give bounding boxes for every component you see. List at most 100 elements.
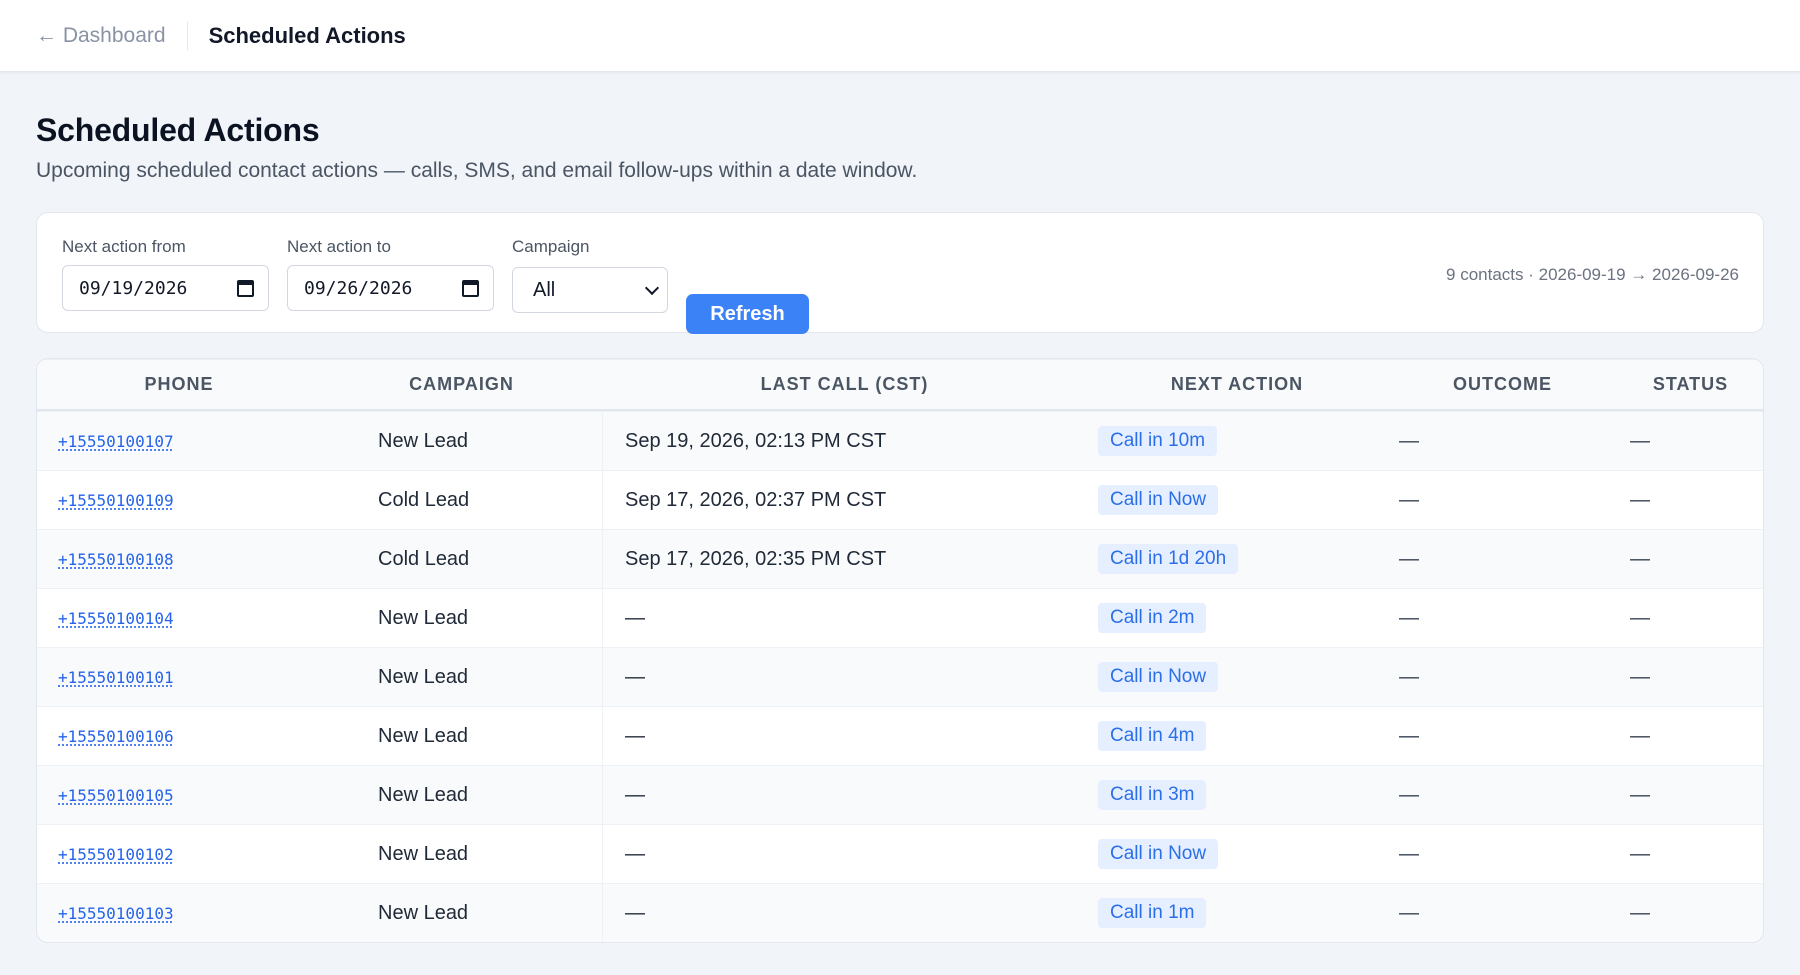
phone-link[interactable]: +15550100108 — [58, 550, 174, 569]
calendar-icon[interactable] — [237, 279, 254, 297]
phone-link[interactable]: +15550100102 — [58, 845, 174, 864]
campaign-cell: New Lead — [378, 724, 469, 747]
back-to-dashboard-link[interactable]: ← Dashboard — [36, 24, 166, 48]
outcome-cell: — — [1399, 429, 1419, 452]
column-header-next-action[interactable]: NEXT ACTION — [1087, 360, 1387, 409]
calendar-icon[interactable] — [462, 279, 479, 297]
next-action-badge: Call in Now — [1098, 839, 1219, 869]
page-title: Scheduled Actions — [36, 112, 320, 148]
next-action-badge: Call in Now — [1098, 485, 1219, 515]
last-call-cell: — — [602, 825, 1087, 883]
phone-link[interactable]: +15550100106 — [58, 727, 174, 746]
column-header-outcome[interactable]: OUTCOME — [1387, 360, 1618, 409]
column-header-phone[interactable]: PHONE — [37, 360, 321, 409]
from-date-field: Next action from 09/19/2026 — [62, 237, 269, 311]
to-date-input[interactable]: 09/26/2026 — [287, 265, 494, 311]
campaign-cell: New Lead — [378, 429, 469, 452]
table-row: +15550100108 Cold Lead Sep 17, 2026, 02:… — [37, 529, 1763, 588]
table-row: +15550100102 New Lead — Call in Now — — — [37, 824, 1763, 883]
next-action-cell: Call in 1d 20h — [1087, 530, 1387, 588]
status-cell: — — [1630, 783, 1650, 806]
next-action-cell: Call in Now — [1087, 825, 1387, 883]
status-cell: — — [1630, 429, 1650, 452]
phone-cell: +15550100109 — [37, 471, 321, 529]
last-call-cell: — — [602, 648, 1087, 706]
next-action-cell: Call in 10m — [1087, 412, 1387, 470]
to-date-value: 09/26/2026 — [304, 277, 413, 299]
refresh-button[interactable]: Refresh — [686, 294, 809, 334]
outcome-cell: — — [1399, 488, 1419, 511]
campaign-cell: New Lead — [378, 783, 469, 806]
column-header-status[interactable]: STATUS — [1618, 360, 1763, 409]
phone-cell: +15550100106 — [37, 707, 321, 765]
phone-link[interactable]: +15550100105 — [58, 786, 174, 805]
table-row: +15550100107 New Lead Sep 19, 2026, 02:1… — [37, 411, 1763, 470]
next-action-badge: Call in 2m — [1098, 603, 1207, 633]
campaign-select-value: All — [533, 278, 556, 301]
outcome-cell: — — [1399, 547, 1419, 570]
phone-cell: +15550100101 — [37, 648, 321, 706]
main-content: Scheduled Actions Upcoming scheduled con… — [0, 72, 1800, 943]
phone-link[interactable]: +15550100107 — [58, 432, 174, 451]
outcome-cell: — — [1399, 724, 1419, 747]
top-bar: ← Dashboard Scheduled Actions — [0, 0, 1800, 72]
status-cell: — — [1630, 665, 1650, 688]
campaign-select[interactable]: All — [512, 267, 668, 313]
table-body: +15550100107 New Lead Sep 19, 2026, 02:1… — [37, 411, 1763, 942]
outcome-cell: — — [1399, 901, 1419, 924]
phone-link[interactable]: +15550100104 — [58, 609, 174, 628]
table-row: +15550100105 New Lead — Call in 3m — — — [37, 765, 1763, 824]
campaign-cell: New Lead — [378, 665, 469, 688]
phone-cell: +15550100107 — [37, 412, 321, 470]
column-header-last-call[interactable]: LAST CALL (CST) — [602, 360, 1087, 409]
page-subtitle: Upcoming scheduled contact actions — cal… — [36, 159, 918, 182]
topbar-title: Scheduled Actions — [208, 22, 406, 48]
from-date-input[interactable]: 09/19/2026 — [62, 265, 269, 311]
next-action-cell: Call in 1m — [1087, 884, 1387, 942]
status-cell: — — [1630, 901, 1650, 924]
campaign-cell: New Lead — [378, 606, 469, 629]
last-call-cell: Sep 17, 2026, 02:35 PM CST — [602, 530, 1087, 588]
phone-cell: +15550100104 — [37, 589, 321, 647]
status-cell: — — [1630, 547, 1650, 570]
filter-card: Next action from 09/19/2026 Next action … — [36, 212, 1764, 334]
from-date-label: Next action from — [62, 237, 186, 256]
last-call-cell: Sep 19, 2026, 02:13 PM CST — [602, 412, 1087, 470]
status-cell: — — [1630, 724, 1650, 747]
phone-link[interactable]: +15550100103 — [58, 904, 174, 923]
outcome-cell: — — [1399, 665, 1419, 688]
table-header: PHONE CAMPAIGN LAST CALL (CST) NEXT ACTI… — [37, 359, 1763, 411]
outcome-cell: — — [1399, 783, 1419, 806]
table-row: +15550100106 New Lead — Call in 4m — — — [37, 706, 1763, 765]
campaign-cell: New Lead — [378, 901, 469, 924]
last-call-cell: — — [602, 589, 1087, 647]
next-action-cell: Call in Now — [1087, 471, 1387, 529]
next-action-badge: Call in 10m — [1098, 426, 1218, 456]
next-action-badge: Call in 3m — [1098, 780, 1207, 810]
outcome-cell: — — [1399, 606, 1419, 629]
campaign-label: Campaign — [512, 237, 590, 256]
table-row: +15550100101 New Lead — Call in Now — — — [37, 647, 1763, 706]
to-date-field: Next action to 09/26/2026 — [287, 237, 494, 311]
phone-cell: +15550100103 — [37, 884, 321, 942]
table-row: +15550100104 New Lead — Call in 2m — — — [37, 588, 1763, 647]
phone-link[interactable]: +15550100101 — [58, 668, 174, 687]
status-cell: — — [1630, 606, 1650, 629]
next-action-cell: Call in 3m — [1087, 766, 1387, 824]
results-summary: 9 contacts · 2026-09-19 → 2026-09-26 — [1446, 265, 1739, 284]
to-date-label: Next action to — [287, 237, 391, 256]
phone-cell: +15550100105 — [37, 766, 321, 824]
phone-cell: +15550100108 — [37, 530, 321, 588]
next-action-badge: Call in 1d 20h — [1098, 544, 1239, 574]
next-action-cell: Call in 4m — [1087, 707, 1387, 765]
campaign-field: Campaign All — [512, 237, 668, 313]
campaign-cell: New Lead — [378, 842, 469, 865]
campaign-cell: Cold Lead — [378, 547, 470, 570]
table-row: +15550100103 New Lead — Call in 1m — — — [37, 883, 1763, 942]
status-cell: — — [1630, 488, 1650, 511]
next-action-cell: Call in Now — [1087, 648, 1387, 706]
phone-link[interactable]: +15550100109 — [58, 491, 174, 510]
column-header-campaign[interactable]: CAMPAIGN — [321, 360, 602, 409]
next-action-badge: Call in 1m — [1098, 898, 1207, 928]
from-date-value: 09/19/2026 — [79, 277, 188, 299]
